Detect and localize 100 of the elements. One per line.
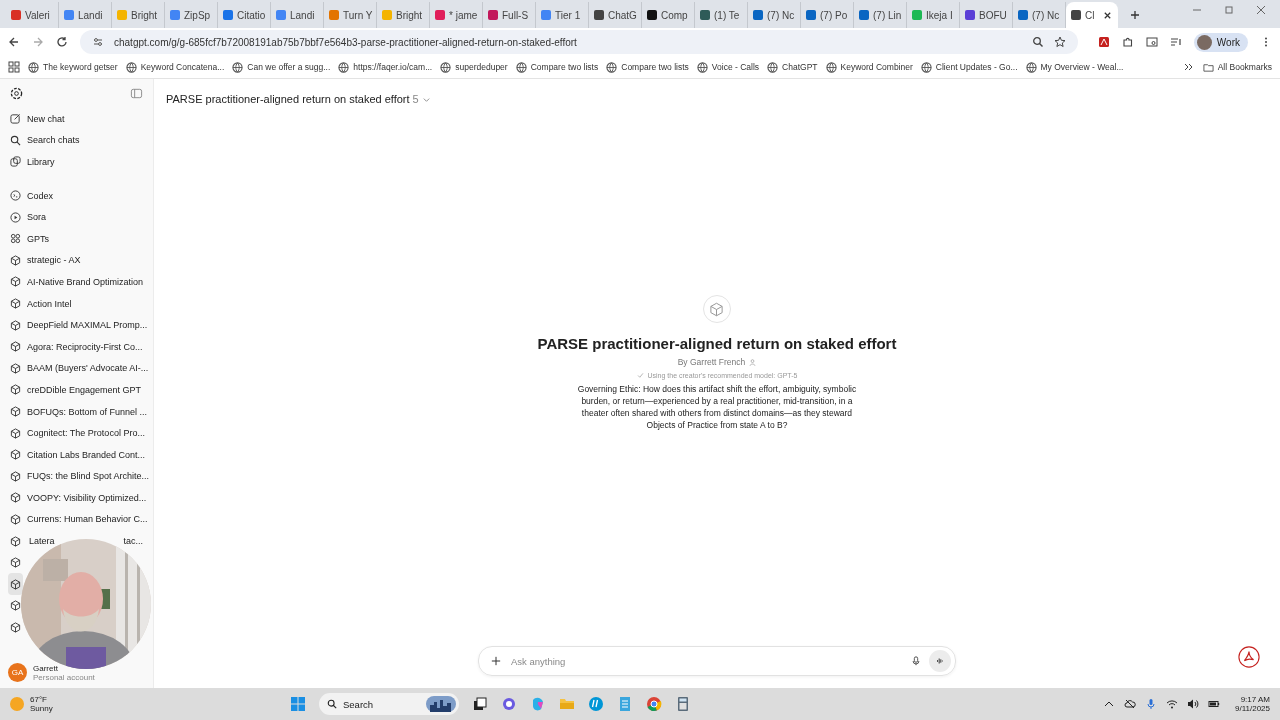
search-tabs-icon[interactable] [1145, 36, 1158, 48]
search-icon [10, 134, 21, 146]
windows-start-icon[interactable] [290, 696, 306, 712]
gpt-item[interactable]: DeepField MAXIMAL Promp... [4, 314, 149, 336]
gpt-item[interactable]: Action Intel [4, 292, 149, 315]
bookmark[interactable]: The keyword getser [28, 61, 118, 73]
star-icon[interactable] [1053, 36, 1066, 48]
gpt-item[interactable] [8, 573, 23, 596]
model-selector[interactable]: PARSE practitioner-aligned return on staked effort 5 [166, 93, 431, 105]
cube-icon [10, 406, 21, 417]
gpt-item[interactable]: FUQs: the Blind Spot Archite... [4, 465, 149, 488]
sidebar-item[interactable]: GPTs [4, 227, 149, 250]
globe-icon [232, 61, 244, 73]
gpt-item[interactable]: Citation Labs Branded Cont... [4, 443, 149, 466]
pdf-icon[interactable] [1238, 646, 1260, 668]
media-icon[interactable] [1169, 36, 1182, 48]
bookmark[interactable]: superdeduper [440, 61, 508, 73]
bookmark[interactable]: Keyword Combiner [825, 61, 913, 73]
sidebar-item[interactable]: Codex [4, 184, 149, 207]
zoom-icon[interactable] [1031, 36, 1044, 48]
cube-icon [10, 449, 21, 461]
restore-icon[interactable] [1224, 4, 1234, 15]
grid-icon [10, 233, 21, 245]
gpt-item[interactable]: BAAM (Buyers' Advocate AI-... [4, 357, 149, 380]
extensions-icon[interactable] [1121, 36, 1134, 48]
clock-time: 9:17 AM [1240, 695, 1270, 704]
address-bar[interactable]: chatgpt.com/g/g-685fcf7b72008191ab75b7bbf7e564b3-parse-practitioner-aligned-return-on-staked-effort [80, 30, 1078, 54]
flower-logo-icon[interactable] [10, 87, 23, 100]
cube-icon [10, 276, 21, 288]
gpt-item[interactable]: Cognitect: The Protocol Pro... [4, 422, 149, 444]
bookmark[interactable]: Compare two lists [606, 61, 689, 73]
bookmark[interactable]: https://faqer.io/cam... [338, 61, 433, 73]
person-icon [749, 358, 757, 366]
cube-icon [10, 298, 21, 310]
cube-icon [10, 557, 21, 569]
globe-icon [767, 61, 779, 73]
gpt-item[interactable]: Currens: Human Behavior C... [4, 508, 149, 531]
gpt-item[interactable]: VOOPY: Visibility Optimized... [4, 487, 149, 509]
reload-icon[interactable] [56, 36, 68, 48]
site-settings-icon [92, 36, 104, 48]
browser-tab[interactable]: Cl [1066, 2, 1118, 28]
gpt-item-label[interactable]: Latera [29, 536, 55, 547]
bookmark[interactable]: ChatGPT [767, 61, 818, 73]
more-bookmarks-icon[interactable] [1182, 61, 1195, 73]
gpt-item[interactable]: BOFUQs: Bottom of Funnel ... [4, 400, 149, 423]
cube-icon [709, 301, 725, 317]
composer-bar[interactable]: Ask anything [478, 646, 956, 676]
bookmark[interactable]: My Overview - Weal... [1025, 61, 1124, 73]
gpt-item-label[interactable]: tac... [123, 536, 143, 547]
gpt-item[interactable]: AI-Native Brand Optimization [4, 271, 149, 293]
taskbar-search[interactable]: Search [319, 693, 459, 715]
message-field[interactable]: Ask anything [509, 654, 903, 668]
plus-icon[interactable] [491, 656, 501, 666]
speaker-icon[interactable] [1187, 698, 1199, 710]
bookmark[interactable]: Voice - Calls [696, 61, 760, 73]
gpt-item[interactable]: Agora: Reciprocity-First Co... [4, 335, 149, 358]
battery-icon[interactable] [1208, 698, 1220, 710]
sidebar-item[interactable]: Library [4, 151, 149, 173]
gpt-item[interactable]: strategic - AX [4, 249, 149, 272]
close-window-icon[interactable] [1256, 4, 1266, 15]
gpt-item[interactable]: creDDible Engagement GPT [4, 379, 149, 401]
bookmark[interactable]: Client Updates - Go... [920, 61, 1018, 73]
new-tab-icon[interactable] [1130, 10, 1140, 20]
cube-icon [10, 341, 21, 353]
temperature: 67°F [30, 695, 48, 704]
cube-icon [10, 535, 21, 547]
cloud-off-icon[interactable] [1124, 698, 1136, 710]
sidebar-item[interactable]: Search chats [4, 129, 149, 152]
author-text: By Garrett French [677, 357, 746, 367]
sidebar-item[interactable]: New chat [4, 108, 149, 130]
wifi-icon[interactable] [1166, 698, 1178, 710]
bookmark[interactable]: Keyword Concatena... [125, 61, 225, 73]
profile-button[interactable]: Work [1193, 32, 1248, 52]
skyline-icon [426, 696, 456, 712]
globe-icon [125, 61, 137, 73]
close-icon[interactable] [1103, 10, 1112, 20]
account-button[interactable]: GA Garrett Personal account [4, 659, 149, 688]
cube-icon [10, 362, 21, 374]
bookmark[interactable]: Compare two lists [515, 61, 599, 73]
pdf-icon[interactable] [1097, 36, 1110, 48]
cube-icon [10, 578, 21, 590]
sidebar-item[interactable]: Sora [4, 206, 149, 228]
avatar-icon [1196, 34, 1212, 50]
microphone-icon[interactable] [1145, 698, 1157, 710]
globe-icon [338, 61, 350, 73]
microphone-icon[interactable] [911, 656, 921, 666]
globe-icon [825, 61, 837, 73]
cube-icon [10, 514, 21, 525]
all-bookmarks[interactable]: All Bookmarks [1202, 61, 1272, 73]
voice-button[interactable] [929, 650, 951, 672]
task-view-icon[interactable] [472, 696, 488, 712]
search-icon [327, 699, 337, 709]
back-icon[interactable] [8, 36, 20, 48]
apps-icon[interactable] [8, 61, 20, 73]
calculator-icon[interactable] [675, 696, 691, 712]
gpt-title: PARSE practitioner-aligned return on staked effort [537, 335, 897, 352]
play-icon [10, 211, 21, 223]
sidebar-toggle-icon[interactable] [130, 87, 143, 100]
bookmark[interactable]: Can we offer a sugg... [232, 61, 331, 73]
gpt-description: Governing Ethic: How does this artifact shift the effort, ambiguity, symbolic burden, or return—experienced by a real practitioner, mid-transition, in a theater often shared with others from distinct domains—as they steward Objects of Practice from state A to B? [576, 383, 858, 431]
